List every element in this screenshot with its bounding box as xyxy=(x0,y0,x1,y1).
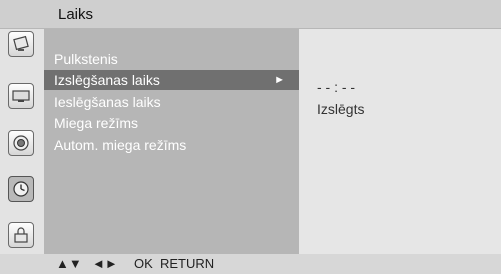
menu-item-sleep-timer[interactable]: Miega režīms xyxy=(54,113,138,133)
menu-item-clock[interactable]: Pulkstenis xyxy=(54,49,118,69)
lock-icon[interactable] xyxy=(8,222,34,248)
menu-item-auto-sleep[interactable]: Autom. miega režīms xyxy=(54,135,186,155)
page-title: Laiks xyxy=(58,6,94,23)
header-bar: Laiks xyxy=(0,0,501,29)
category-sidebar xyxy=(0,29,44,254)
clock-icon[interactable] xyxy=(8,176,34,202)
time-value: - - : - - xyxy=(317,79,356,95)
ok-hint: OK xyxy=(134,256,153,271)
picture-icon[interactable] xyxy=(8,83,34,109)
return-hint: RETURN xyxy=(160,256,215,271)
nav-leftright-icon: ◄► xyxy=(92,256,118,271)
menu-item-off-time[interactable]: Izslēgšanas laiks ► xyxy=(44,70,299,90)
footer-hint-bar: ▲▼ ◄► OK RETURN xyxy=(0,254,501,274)
value-panel: - - : - - Izslēgts xyxy=(299,29,501,254)
tv-osd-screen: Laiks Pulkstenis Izslēgšanas laiks ► Ies… xyxy=(0,0,501,274)
tv-tilt-icon[interactable] xyxy=(8,31,34,57)
nav-updown-icon: ▲▼ xyxy=(56,256,82,271)
settings-menu: Pulkstenis Izslēgšanas laiks ► Ieslēgšan… xyxy=(44,29,299,254)
status-value: Izslēgts xyxy=(317,101,365,117)
submenu-arrow-icon: ► xyxy=(274,74,285,86)
menu-item-on-time[interactable]: Ieslēgšanas laiks xyxy=(54,92,161,112)
audio-icon[interactable] xyxy=(8,130,34,156)
